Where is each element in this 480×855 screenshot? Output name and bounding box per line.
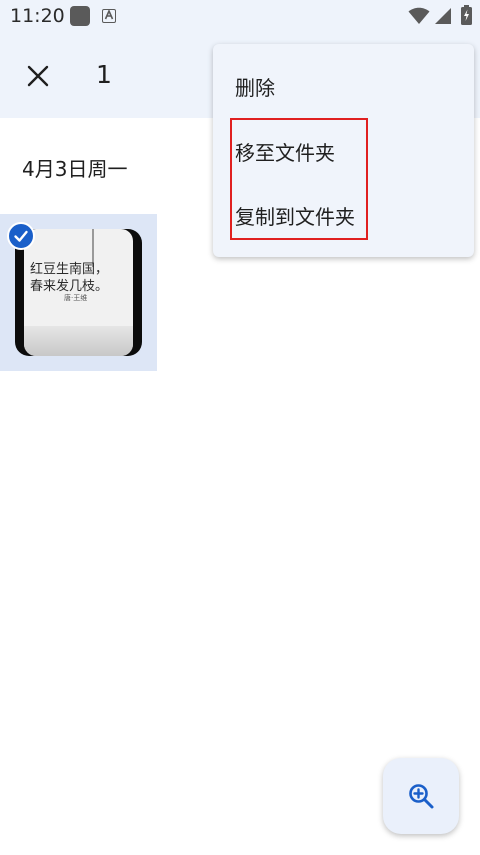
zoom-in-button[interactable] xyxy=(383,758,459,834)
close-button[interactable] xyxy=(18,56,58,96)
menu-item-move-to-folder[interactable]: 移至文件夹 xyxy=(213,119,474,183)
battery-charging-icon xyxy=(461,5,472,29)
photo-decoration xyxy=(24,326,133,356)
menu-item-delete[interactable]: 删除 xyxy=(213,54,474,118)
close-icon xyxy=(27,65,49,87)
selected-check-badge[interactable] xyxy=(7,222,35,250)
photo-thumbnail: 红豆生南国， 春来发几枝。 唐·王维 xyxy=(15,229,142,356)
status-time: 11:20 xyxy=(10,5,65,27)
wifi-icon xyxy=(408,7,430,29)
poem-author: 唐·王维 xyxy=(64,294,88,302)
zoom-in-icon xyxy=(409,784,434,809)
menu-item-copy-to-folder[interactable]: 复制到文件夹 xyxy=(213,183,474,247)
photo-image: 红豆生南国， 春来发几枝。 唐·王维 xyxy=(24,229,133,356)
date-header: 4月3日周一 xyxy=(22,157,128,181)
check-icon xyxy=(14,230,28,242)
overflow-menu: 删除 移至文件夹 复制到文件夹 xyxy=(213,44,474,257)
selected-count: 1 xyxy=(96,60,112,89)
status-bar: 11:20 xyxy=(0,0,480,36)
poem-line-2: 春来发几枝。 xyxy=(30,279,109,294)
a-keyboard-icon xyxy=(102,9,116,23)
notification-square-icon xyxy=(70,6,90,26)
signal-icon xyxy=(434,7,452,29)
